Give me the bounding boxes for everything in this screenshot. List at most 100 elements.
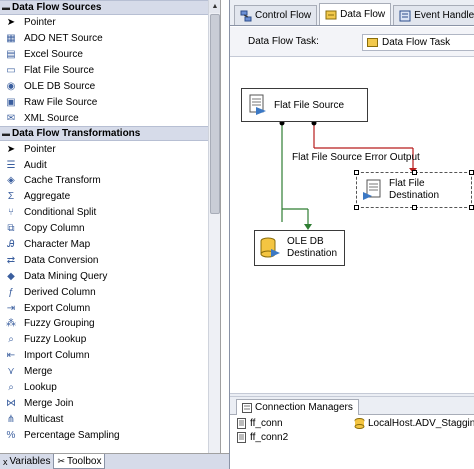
flat-file-destination-component[interactable]: Flat File Destination (354, 170, 474, 210)
raw-file-source-icon: ▣ (6, 96, 16, 108)
tab-variables-label: Variables (9, 456, 51, 467)
toolbox-item[interactable]: ⋔ Multicast (0, 411, 220, 427)
toolbox-item[interactable]: ⇤ Import Column (0, 348, 220, 364)
connection-item[interactable]: ff_conn (236, 418, 283, 429)
toolbox-item[interactable]: ▣ Raw File Source (0, 94, 220, 110)
toolbox-item[interactable]: ▦ ADO NET Source (0, 31, 220, 47)
toolbox-section-header[interactable]: ▬ Data Flow Transformations (0, 126, 220, 142)
resize-handle[interactable] (469, 170, 474, 175)
scrollbar-thumb[interactable] (210, 14, 220, 214)
error-output-label: Flat File Source Error Output (292, 152, 420, 163)
toolbox-item-label: Excel Source (24, 49, 83, 61)
ole-db-destination-label-line1: OLE DB (287, 236, 324, 247)
toolbox-item[interactable]: ⇥ Export Column (0, 300, 220, 316)
data-conversion-icon: ⇄ (6, 254, 16, 266)
toolbox-item-label: Derived Column (24, 286, 96, 298)
conditional-split-icon: ⑂ (8, 207, 14, 219)
tab-event-handlers[interactable]: Event Handlers (393, 5, 474, 25)
toolbox-item[interactable]: ⌕ Lookup (0, 380, 220, 396)
toolbox-item-label: Copy Column (24, 223, 85, 235)
data-flow-task-select[interactable]: Data Flow Task (362, 34, 474, 51)
toolbox-item-label: Character Map (24, 239, 91, 251)
xml-source-icon: ✉ (6, 112, 16, 124)
toolbox-item-label: Pointer (24, 17, 56, 29)
character-map-icon: Ꭿ (7, 239, 15, 251)
toolbox-item[interactable]: ƒ Derived Column (0, 284, 220, 300)
ole-db-destination-component[interactable]: OLE DB Destination (254, 230, 345, 266)
tab-event-handlers-label: Event Handlers (414, 10, 474, 21)
tab-data-flow-label: Data Flow (340, 9, 386, 20)
flat-file-destination-label-line1: Flat File (389, 178, 425, 189)
toolbox-panel: ▬ Data Flow Sources ➤ Pointer ▦ ADO NET Sourc… (0, 0, 221, 453)
toolbox-item[interactable]: % Percentage Sampling (0, 427, 220, 443)
toolbox-section-header[interactable]: ▬ Data Flow Sources (0, 0, 220, 15)
connection-item[interactable]: LocalHost.ADV_Stagging (354, 418, 474, 429)
toolbox-item-label: Audit (24, 159, 47, 171)
toolbox-item[interactable]: ⋈ Merge Join (0, 395, 220, 411)
cache-transform-icon: ◈ (7, 175, 15, 187)
toolbox-item[interactable]: ☰ Audit (0, 157, 220, 173)
export-column-icon: ⇥ (6, 302, 16, 314)
toolbox-item-label: Raw File Source (24, 96, 98, 108)
data-flow-canvas[interactable]: Flat File Source Error Output Flat File … (230, 58, 474, 393)
flat-file-source-component[interactable]: Flat File Source (241, 88, 368, 122)
tab-variables[interactable]: x Variables (0, 454, 53, 469)
toolbox-item[interactable]: ◆ Data Mining Query (0, 268, 220, 284)
toolbox-item-label: Data Mining Query (24, 270, 108, 282)
connection-label: LocalHost.ADV_Stagging (368, 418, 474, 429)
toolbox-item[interactable]: ⑂ Conditional Split (0, 205, 220, 221)
lookup-icon: ⌕ (8, 382, 14, 394)
resize-handle[interactable] (354, 205, 359, 210)
connection-managers-tabbar: Connection Managers (230, 397, 474, 415)
toolbox-item[interactable]: ⧉ Copy Column (0, 221, 220, 237)
toolbox-item[interactable]: ➤ Pointer (0, 15, 220, 31)
tab-toolbox[interactable]: ✂ Toolbox (53, 454, 106, 469)
resize-handle[interactable] (469, 205, 474, 210)
collapse-icon[interactable]: ▬ (0, 129, 12, 138)
resize-handle[interactable] (354, 170, 359, 175)
toolbox-item-label: Export Column (24, 302, 91, 314)
toolbox-scrollbar[interactable]: ▲ (208, 0, 220, 453)
toolbox-item-label: Fuzzy Grouping (24, 318, 95, 330)
scroll-up-icon[interactable]: ▲ (209, 0, 220, 13)
toolbox-item[interactable]: ▭ Flat File Source (0, 63, 220, 79)
toolbox-section-title: Data Flow Transformations (12, 128, 141, 140)
resize-handle[interactable] (412, 170, 417, 175)
toolbox-item-label: Data Conversion (24, 254, 99, 266)
toolbox-item[interactable]: ◈ Cache Transform (0, 173, 220, 189)
toolbox-item[interactable]: ◉ OLE DB Source (0, 79, 220, 95)
toolbox-item-label: Lookup (24, 382, 57, 394)
variables-icon: x (3, 456, 8, 467)
flat-file-source-icon (249, 94, 266, 115)
toolbox-item-label: ADO NET Source (24, 33, 103, 45)
flat-file-destination-icon (363, 179, 381, 200)
data-mining-query-icon: ◆ (7, 270, 15, 282)
toolbox-item-label: OLE DB Source (24, 81, 96, 92)
collapse-icon[interactable]: ▬ (0, 3, 12, 12)
toolbox-item[interactable]: ➤ Pointer (0, 141, 220, 157)
toolbox-item[interactable]: Ꭿ Character Map (0, 237, 220, 253)
pointer-icon: ➤ (6, 17, 16, 29)
tab-connection-managers[interactable]: Connection Managers (236, 399, 359, 415)
toolbox-item[interactable]: ⌕ Fuzzy Lookup (0, 332, 220, 348)
toolbox-item-label: Aggregate (24, 191, 71, 203)
tab-data-flow[interactable]: Data Flow (319, 3, 392, 25)
toolbox-item-label: XML Source (24, 112, 79, 124)
connection-managers-area: ff_conn ff_conn2 LocalHost.ADV_Stagging (230, 415, 474, 469)
resize-handle[interactable] (412, 205, 417, 210)
fuzzy-lookup-icon: ⌕ (8, 334, 14, 346)
toolbox-item-label: Conditional Split (24, 207, 97, 219)
toolbox-item[interactable]: Σ Aggregate (0, 189, 220, 205)
task-label: Data Flow Task: (248, 36, 319, 47)
designer-panel: Control Flow Data Flow Event Handlers Da… (229, 0, 474, 469)
multicast-icon: ⋔ (6, 413, 16, 425)
toolbox-item[interactable]: ⁂ Fuzzy Grouping (0, 316, 220, 332)
toolbox-item[interactable]: ⇄ Data Conversion (0, 252, 220, 268)
connection-managers-label: Connection Managers (255, 402, 353, 413)
toolbox-item[interactable]: ⋎ Merge (0, 364, 220, 380)
tab-control-flow[interactable]: Control Flow (234, 5, 318, 25)
toolbox-item[interactable]: ▤ Excel Source (0, 47, 220, 63)
connection-item[interactable]: ff_conn2 (236, 432, 288, 443)
toolbox-item[interactable]: ✉ XML Source (0, 110, 220, 126)
copy-column-icon: ⧉ (7, 223, 15, 235)
